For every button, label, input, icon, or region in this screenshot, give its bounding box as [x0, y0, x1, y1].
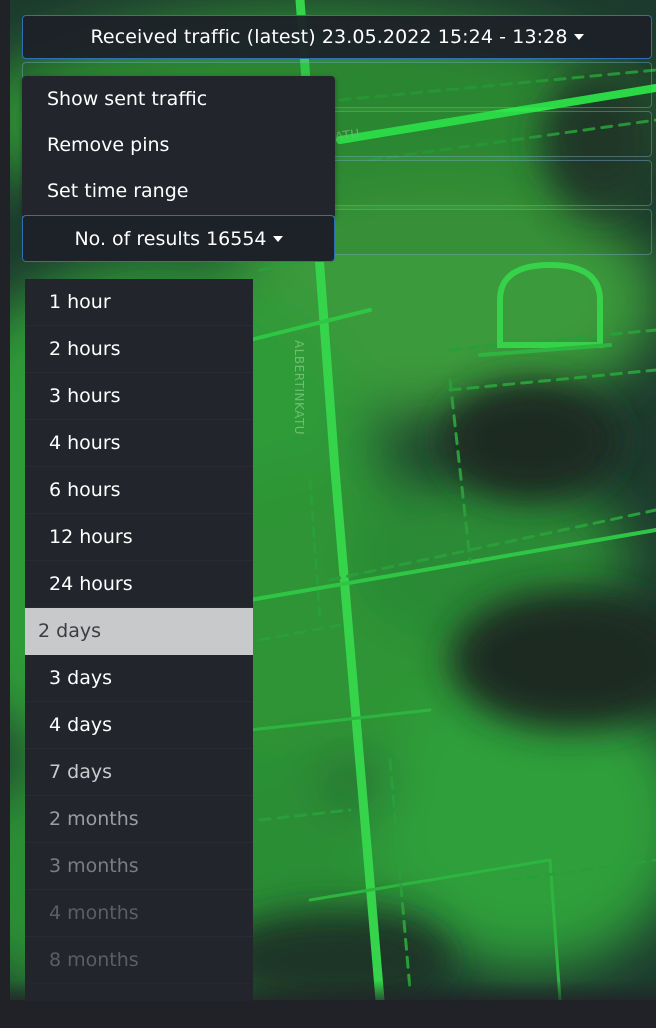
time-range-option[interactable]: 1 hour — [25, 279, 253, 326]
left-edge — [0, 0, 10, 1028]
show-sent-traffic-item[interactable]: Show sent traffic — [22, 76, 335, 122]
time-range-option[interactable]: 12 months — [25, 984, 253, 1001]
caret-down-icon — [573, 34, 584, 40]
street-label-albertinkatu: ALBERTINKATU — [292, 340, 306, 436]
results-count-dropdown[interactable]: No. of results 16554 — [22, 215, 335, 262]
time-range-option[interactable]: 3 hours — [25, 373, 253, 420]
time-range-option[interactable]: 4 months — [25, 890, 253, 937]
time-range-option[interactable]: 7 days — [25, 749, 253, 796]
time-range-option[interactable]: 6 hours — [25, 467, 253, 514]
set-time-range-item[interactable]: Set time range — [22, 168, 335, 214]
remove-pins-item[interactable]: Remove pins — [22, 122, 335, 168]
traffic-dropdown-label: Received traffic (latest) 23.05.2022 15:… — [90, 26, 568, 48]
time-range-option[interactable]: 24 hours — [25, 561, 253, 608]
options-menu: Show sent traffic Remove pins Set time r… — [22, 76, 335, 216]
traffic-dropdown-button[interactable]: Received traffic (latest) 23.05.2022 15:… — [22, 15, 652, 59]
time-range-option[interactable]: 3 months — [25, 843, 253, 890]
caret-down-icon — [272, 235, 283, 242]
time-range-option[interactable]: 2 months — [25, 796, 253, 843]
time-range-menu: 1 hour 2 hours 3 hours 4 hours 6 hours 1… — [25, 279, 253, 1001]
time-range-option[interactable]: 2 hours — [25, 326, 253, 373]
results-count-label: No. of results 16554 — [74, 227, 267, 250]
time-range-option[interactable]: 4 hours — [25, 420, 253, 467]
time-range-option-selected[interactable]: 2 days — [25, 608, 253, 655]
time-range-option[interactable]: 3 days — [25, 655, 253, 702]
time-range-option[interactable]: 4 days — [25, 702, 253, 749]
time-range-option[interactable]: 8 months — [25, 937, 253, 984]
time-range-option[interactable]: 12 hours — [25, 514, 253, 561]
